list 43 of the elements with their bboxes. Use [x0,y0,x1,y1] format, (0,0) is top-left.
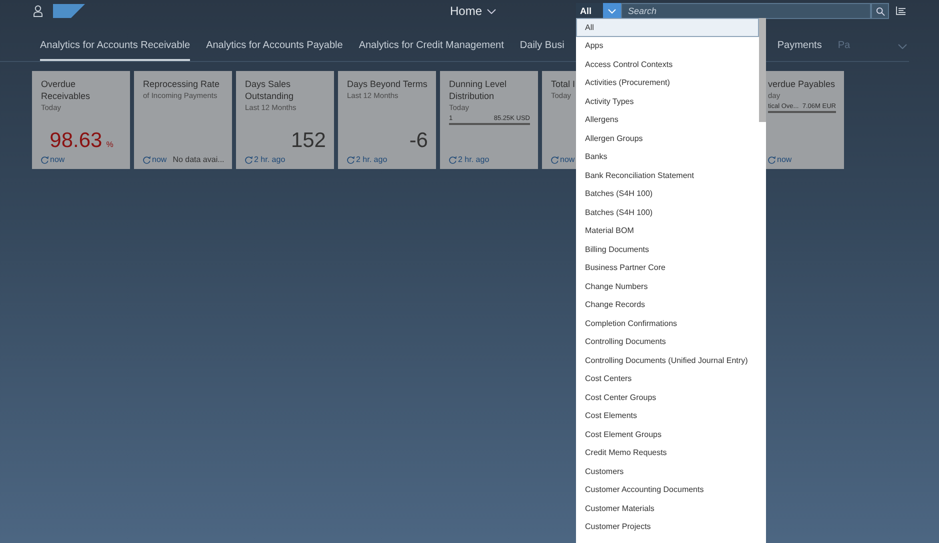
logo-icon [53,4,85,18]
tile-title: Total I [551,78,576,90]
no-data-text: No data avai... [172,155,224,164]
tab[interactable]: Daily Busi [520,40,564,61]
tile-title: Dunning Level Distribution [449,78,508,102]
refresh-icon [41,156,49,164]
kpi-value: 152 [290,129,326,153]
tab[interactable]: Analytics for Accounts Receivable [40,40,190,61]
refresh-icon [347,156,355,164]
scrollbar-thumb[interactable] [759,18,766,122]
dropdown-item[interactable]: All [576,18,759,36]
refresh-icon [245,156,253,164]
refresh-link[interactable]: now [768,155,792,164]
kpi-value: -6 [409,129,428,153]
refresh-link[interactable]: 2 hr. ago [245,155,286,164]
tile-title: verdue Payables [768,78,836,90]
tab[interactable]: Analytics for Accounts Payable [206,40,343,61]
tile-title: Overdue Receivables [41,78,92,102]
home-menu[interactable]: Home [450,4,496,18]
refresh-link[interactable]: now [143,155,167,164]
tile-title: Days Beyond Terms [347,78,428,90]
refresh-icon [449,156,457,164]
tile-title: Reprocessing Rate [143,78,220,90]
user-icon[interactable] [33,5,43,17]
dropdown-button[interactable] [603,3,621,19]
refresh-link[interactable]: 2 hr. ago [347,155,388,164]
kpi-value: 98.63 % [50,129,114,153]
tab[interactable]: Payments [777,40,822,61]
search-field[interactable]: Search [621,3,871,19]
menu-icon[interactable] [896,6,906,15]
refresh-icon [551,156,559,164]
search-icon [876,6,884,16]
refresh-link[interactable]: 2 hr. ago [449,155,490,164]
chevron-icon [487,8,496,14]
tile-title: Days Sales Outstanding [245,78,295,102]
refresh-link[interactable]: now [41,155,65,164]
refresh-icon [143,156,151,164]
chevron-icon [608,8,616,14]
tab[interactable]: Analytics for Credit Management [358,40,504,61]
refresh-link[interactable]: now [551,155,575,164]
refresh-icon [768,156,776,164]
search-button[interactable] [871,3,889,19]
scope-select[interactable]: All [576,3,603,19]
